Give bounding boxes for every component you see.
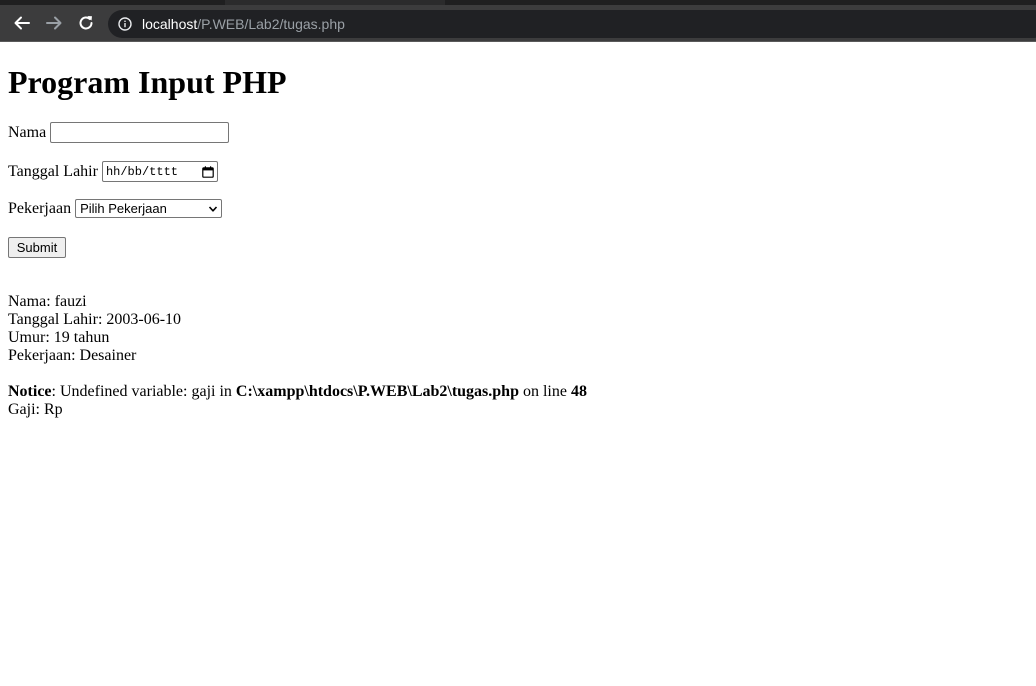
php-notice: Notice: Undefined variable: gaji in C:\x… <box>8 383 587 401</box>
output-pekerjaan: Pekerjaan: Desainer <box>8 347 137 364</box>
pekerjaan-select[interactable]: Pilih Pekerjaan <box>75 199 223 218</box>
reload-icon <box>79 16 93 30</box>
notice-on-line: on line <box>518 383 571 400</box>
nama-row: Nama <box>8 122 230 143</box>
browser-toolbar: localhost/P.WEB/Lab2/tugas.php <box>0 5 1036 41</box>
submit-button[interactable]: Submit <box>8 237 66 258</box>
address-bar[interactable]: localhost/P.WEB/Lab2/tugas.php <box>108 10 1036 38</box>
notice-label: Notice <box>8 383 52 400</box>
pekerjaan-label: Pekerjaan <box>8 199 72 217</box>
url-host: localhost <box>142 16 198 32</box>
toolbar-divider <box>0 41 1036 42</box>
output-umur: Umur: 19 tahun <box>8 329 110 346</box>
back-button[interactable] <box>10 11 34 35</box>
notice-path: C:\xampp\htdocs\P.WEB\Lab2\tugas.php <box>235 383 519 400</box>
url-path: /P.WEB/Lab2/tugas.php <box>197 16 345 32</box>
tanggal-lahir-row: Tanggal Lahir hh/bb/tttt <box>8 161 218 182</box>
forward-button[interactable] <box>42 11 66 35</box>
output-spacer <box>8 365 587 383</box>
nama-input[interactable] <box>50 122 230 143</box>
pekerjaan-row: Pekerjaan Pilih Pekerjaan <box>8 199 223 218</box>
info-icon[interactable] <box>118 17 132 31</box>
reload-button[interactable] <box>74 11 98 35</box>
pekerjaan-selected: Pilih Pekerjaan <box>80 201 167 216</box>
tanggal-lahir-label: Tanggal Lahir <box>8 162 98 180</box>
output-tanggal-lahir: Tanggal Lahir: 2003-06-10 <box>8 311 182 328</box>
submit-row: Submit <box>8 237 66 258</box>
tanggal-lahir-input[interactable]: hh/bb/tttt <box>101 161 218 182</box>
notice-text: : Undefined variable: gaji in <box>51 383 236 400</box>
arrow-right-icon <box>46 16 62 30</box>
result-output: Nama: fauzi Tanggal Lahir: 2003-06-10 Um… <box>8 293 587 419</box>
arrow-left-icon <box>14 16 30 30</box>
output-nama: Nama: fauzi <box>8 293 87 310</box>
page-title: Program Input PHP <box>8 64 287 100</box>
chevron-down-icon <box>208 205 218 212</box>
nama-label: Nama <box>8 123 47 141</box>
notice-line-number: 48 <box>570 383 587 400</box>
calendar-icon[interactable] <box>202 165 214 178</box>
output-gaji: Gaji: Rp <box>8 401 63 418</box>
url-text[interactable]: localhost/P.WEB/Lab2/tugas.php <box>142 15 345 33</box>
date-placeholder: hh/bb/tttt <box>105 164 178 179</box>
